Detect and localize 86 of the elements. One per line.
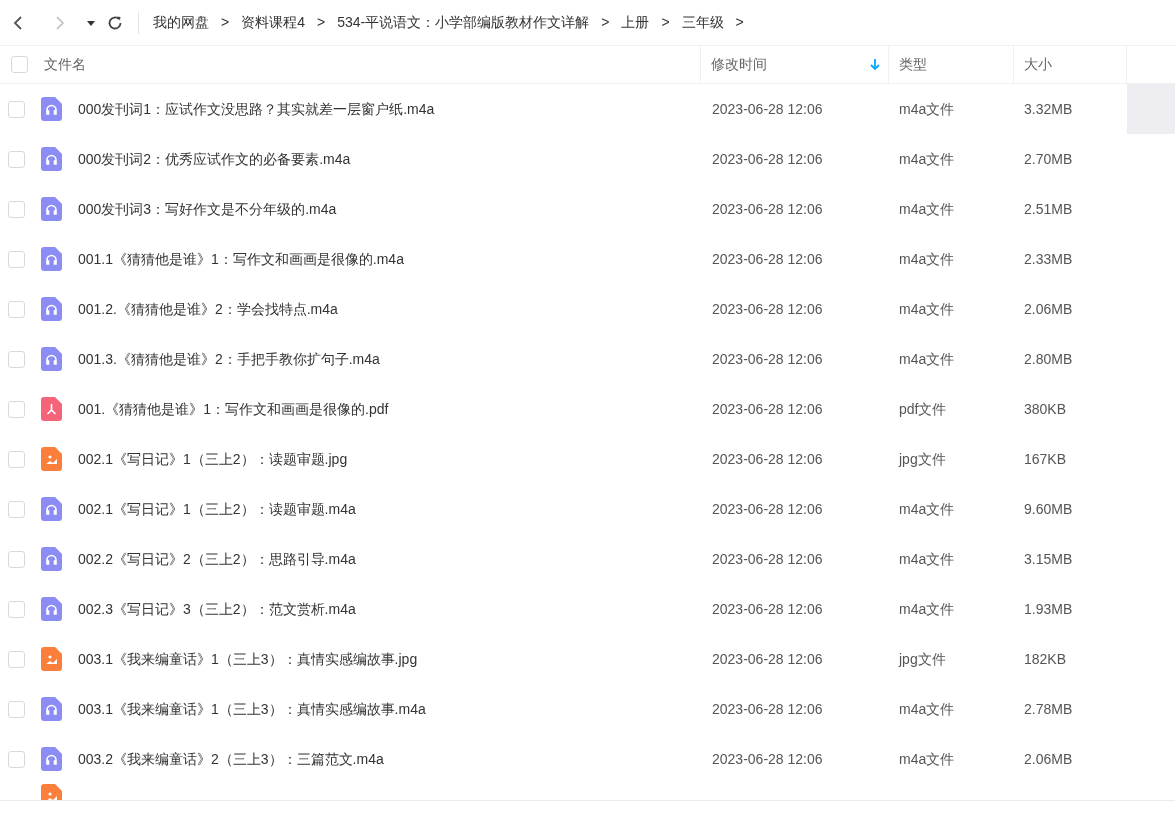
file-type: m4a文件 xyxy=(898,99,956,119)
file-type: m4a文件 xyxy=(898,199,956,219)
modified-time: 2023-06-28 12:06 xyxy=(711,699,824,719)
file-size: 2.70MB xyxy=(1023,149,1074,169)
file-name: 002.2《写日记》2（三上2）：思路引导.m4a xyxy=(78,549,356,569)
checkbox[interactable] xyxy=(8,250,25,268)
modified-time: 2023-06-28 12:06 xyxy=(711,549,824,569)
modified-time: 2023-06-28 12:06 xyxy=(711,499,824,519)
file-type: m4a文件 xyxy=(898,299,956,319)
file-name: 000发刊词2：优秀应试作文的必备要素.m4a xyxy=(78,149,351,169)
file-size: 2.33MB xyxy=(1023,249,1074,269)
modified-time: 2023-06-28 12:06 xyxy=(711,249,824,269)
checkbox[interactable] xyxy=(8,700,25,718)
file-size: 2.80MB xyxy=(1023,349,1074,369)
file-name: 000发刊词3：写好作文是不分年级的.m4a xyxy=(78,199,337,219)
breadcrumb-link[interactable]: 我的网盘 xyxy=(153,12,209,33)
file-name: 002.1《写日记》1（三上2）：读题审题.m4a xyxy=(78,499,356,519)
modified-time: 2023-06-28 12:06 xyxy=(711,599,824,619)
breadcrumb-separator: > xyxy=(221,13,230,32)
file-name: 001.《猜猜他是谁》1：写作文和画画是很像的.pdf xyxy=(78,399,389,419)
checkbox[interactable] xyxy=(8,150,25,168)
file-type: jpg文件 xyxy=(897,449,947,469)
file-name: 003.1《我来编童话》1（三上3）：真情实感编故事.jpg xyxy=(78,649,418,669)
breadcrumb-link[interactable]: 三年级 xyxy=(681,12,724,33)
checkbox[interactable] xyxy=(8,200,25,218)
modified-time: 2023-06-28 12:06 xyxy=(711,399,824,419)
checkbox[interactable] xyxy=(11,56,28,73)
file-type: pdf文件 xyxy=(898,399,948,419)
sort-arrow-icon xyxy=(870,58,880,71)
file-size: 3.32MB xyxy=(1023,99,1074,119)
file-type: m4a文件 xyxy=(898,549,956,569)
file-size: 2.06MB xyxy=(1023,749,1074,769)
breadcrumb-separator: > xyxy=(601,13,610,32)
file-type: m4a文件 xyxy=(898,499,956,519)
column-label: 修改时间 xyxy=(711,55,768,74)
file-size: 9.60MB xyxy=(1023,499,1074,519)
checkbox[interactable] xyxy=(8,650,25,668)
file-size: 182KB xyxy=(1023,649,1068,669)
file-size: 380KB xyxy=(1023,399,1068,419)
checkbox[interactable] xyxy=(8,400,25,418)
breadcrumb-separator: > xyxy=(735,13,744,32)
file-type: m4a文件 xyxy=(898,599,956,619)
modified-time: 2023-06-28 12:06 xyxy=(711,299,824,319)
modified-time: 2023-06-28 12:06 xyxy=(711,749,824,769)
checkbox[interactable] xyxy=(8,100,25,118)
checkbox[interactable] xyxy=(8,550,25,568)
file-name: 000发刊词1：应试作文没思路？其实就差一层窗户纸.m4a xyxy=(78,99,435,119)
modified-time: 2023-06-28 12:06 xyxy=(711,199,824,219)
file-name: 001.2.《猜猜他是谁》2：学会找特点.m4a xyxy=(78,299,338,319)
file-name: 001.3.《猜猜他是谁》2：手把手教你扩句子.m4a xyxy=(78,349,380,369)
file-size: 3.15MB xyxy=(1023,549,1074,569)
checkbox[interactable] xyxy=(8,600,25,618)
checkbox[interactable] xyxy=(8,300,25,318)
column-label: 大小 xyxy=(1024,55,1053,74)
file-size: 2.78MB xyxy=(1023,699,1074,719)
breadcrumb-link[interactable]: 上册 xyxy=(621,12,650,33)
breadcrumb-separator: > xyxy=(661,13,670,32)
breadcrumb-link[interactable]: 534-平说语文：小学部编版教材作文详解 xyxy=(337,12,590,33)
file-name: 002.1《写日记》1（三上2）：读题审题.jpg xyxy=(78,449,348,469)
file-size: 1.93MB xyxy=(1023,599,1074,619)
checkbox[interactable] xyxy=(8,350,25,368)
checkbox[interactable] xyxy=(8,750,25,768)
checkbox[interactable] xyxy=(8,500,25,518)
file-type: jpg文件 xyxy=(897,649,947,669)
modified-time: 2023-06-28 12:06 xyxy=(711,149,824,169)
column-label: 类型 xyxy=(899,55,928,74)
file-type: m4a文件 xyxy=(898,249,956,269)
modified-time: 2023-06-28 12:06 xyxy=(711,449,824,469)
checkbox[interactable] xyxy=(8,450,25,468)
file-name: 003.2《我来编童话》2（三上3）：三篇范文.m4a xyxy=(78,749,384,769)
file-type: m4a文件 xyxy=(898,699,956,719)
file-size: 2.51MB xyxy=(1023,199,1074,219)
file-name: 002.3《写日记》3（三上2）：范文赏析.m4a xyxy=(78,599,356,619)
modified-time: 2023-06-28 12:06 xyxy=(711,649,824,669)
file-name: 001.1《猜猜他是谁》1：写作文和画画是很像的.m4a xyxy=(78,249,404,269)
modified-time: 2023-06-28 12:06 xyxy=(711,99,824,119)
file-size: 167KB xyxy=(1023,449,1068,469)
file-type: m4a文件 xyxy=(898,149,956,169)
breadcrumb-link[interactable]: 资料课程4 xyxy=(241,12,305,33)
column-label: 文件名 xyxy=(44,55,87,74)
file-type: m4a文件 xyxy=(898,749,956,769)
file-name: 003.1《我来编童话》1（三上3）：真情实感编故事.m4a xyxy=(78,699,426,719)
file-size: 2.06MB xyxy=(1023,299,1074,319)
file-type: m4a文件 xyxy=(898,349,956,369)
modified-time: 2023-06-28 12:06 xyxy=(711,349,824,369)
breadcrumb-separator: > xyxy=(317,13,326,32)
